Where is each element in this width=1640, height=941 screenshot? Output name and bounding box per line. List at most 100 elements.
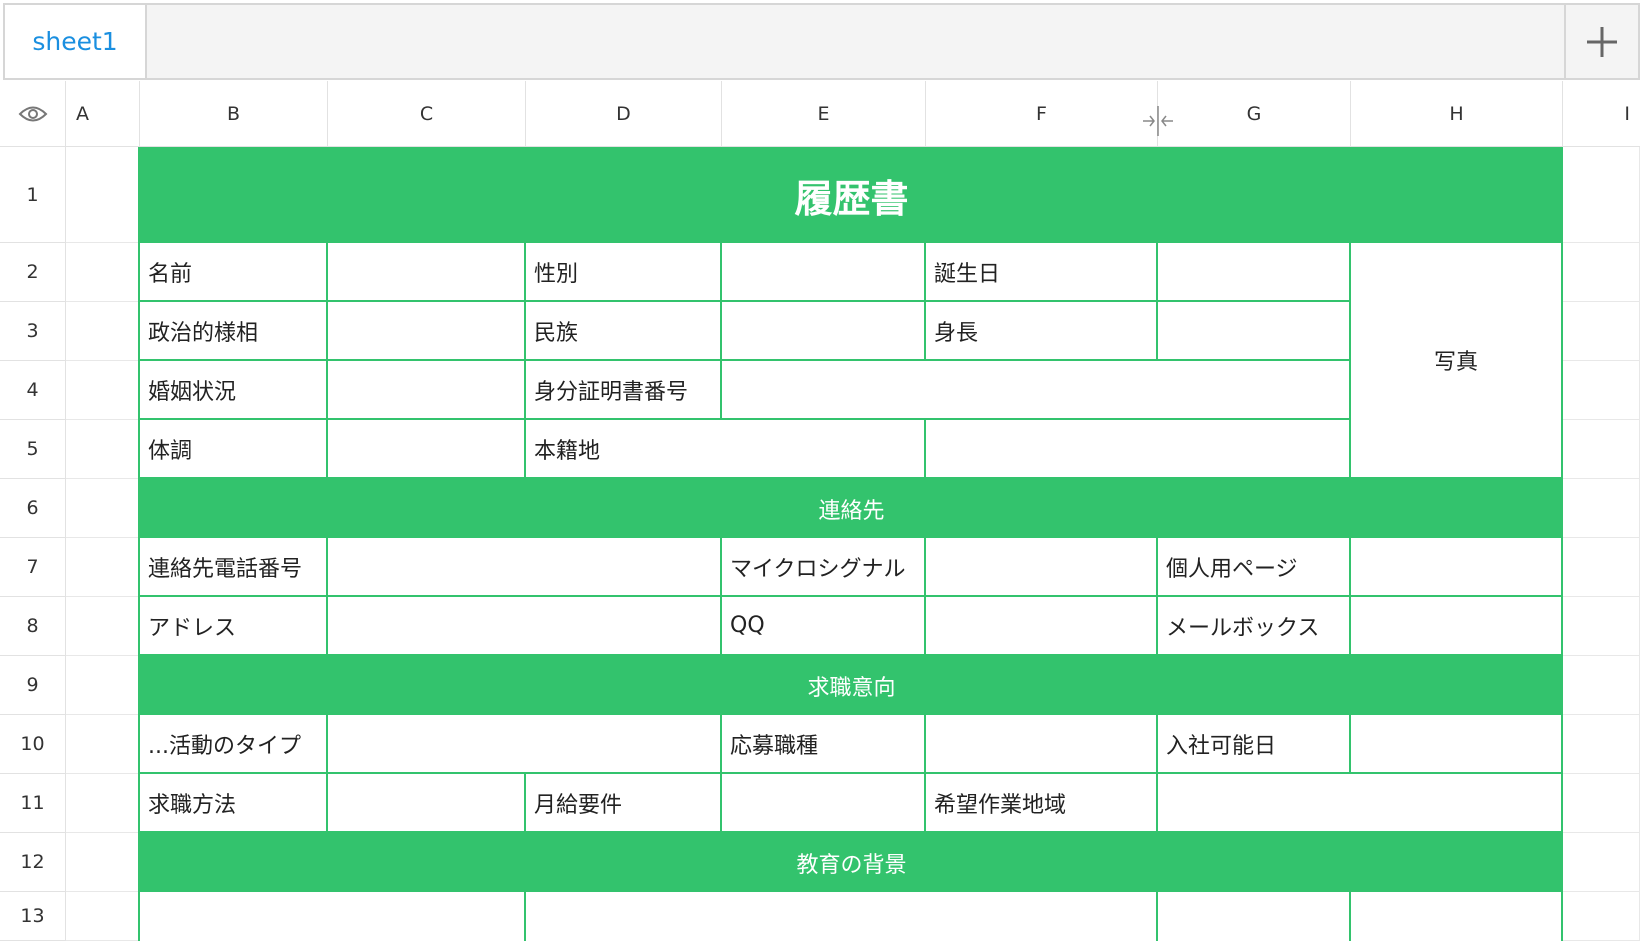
cell-a13[interactable] [66, 892, 140, 941]
label-qq[interactable]: QQ [722, 597, 926, 656]
cell-i6[interactable] [1563, 479, 1640, 538]
label-marital[interactable]: 婚姻状況 [140, 361, 328, 420]
photo-cell[interactable]: 写真 [1351, 243, 1563, 479]
value-marital[interactable] [328, 361, 526, 420]
value-mailbox[interactable] [1351, 597, 1563, 656]
row-header-10[interactable]: 10 [0, 715, 66, 774]
label-microsignal[interactable]: マイクロシグナル [722, 538, 926, 597]
column-header-b[interactable]: B [140, 81, 328, 147]
visibility-toggle[interactable] [0, 81, 66, 147]
resume-title[interactable]: 履歴書 [140, 147, 1563, 243]
row-header-7[interactable]: 7 [0, 538, 66, 597]
column-header-e[interactable]: E [722, 81, 926, 147]
label-health[interactable]: 体調 [140, 420, 328, 479]
row-header-8[interactable]: 8 [0, 597, 66, 656]
cell-a3[interactable] [66, 302, 140, 361]
label-birthday[interactable]: 誕生日 [926, 243, 1158, 302]
cell-i10[interactable] [1563, 715, 1640, 774]
cell-a6[interactable] [66, 479, 140, 538]
value-work-area[interactable] [1158, 774, 1563, 833]
label-name[interactable]: 名前 [140, 243, 328, 302]
value-birthday[interactable] [1158, 243, 1351, 302]
cell-i4[interactable] [1563, 361, 1640, 420]
value-health[interactable] [328, 420, 526, 479]
label-ethnicity[interactable]: 民族 [526, 302, 722, 361]
value-ethnicity[interactable] [722, 302, 926, 361]
value-job-type[interactable] [926, 715, 1158, 774]
row-header-4[interactable]: 4 [0, 361, 66, 420]
section-contact[interactable]: 連絡先 [140, 479, 1563, 538]
value-id-number[interactable] [722, 361, 1351, 420]
cell-i3[interactable] [1563, 302, 1640, 361]
label-mailbox[interactable]: メールボックス [1158, 597, 1351, 656]
row-header-5[interactable]: 5 [0, 420, 66, 479]
value-height[interactable] [1158, 302, 1351, 361]
cell-a5[interactable] [66, 420, 140, 479]
row-header-3[interactable]: 3 [0, 302, 66, 361]
value-activity-type[interactable] [328, 715, 722, 774]
cell-i7[interactable] [1563, 538, 1640, 597]
label-address[interactable]: アドレス [140, 597, 328, 656]
education-cell-1[interactable] [140, 892, 526, 941]
label-work-area[interactable]: 希望作業地域 [926, 774, 1158, 833]
cell-i12[interactable] [1563, 833, 1640, 892]
value-homepage[interactable] [1351, 538, 1563, 597]
column-header-i[interactable]: I [1563, 81, 1640, 147]
value-phone[interactable] [328, 538, 722, 597]
label-activity-type[interactable]: ...活動のタイプ [140, 715, 328, 774]
education-cell-3[interactable] [1158, 892, 1351, 941]
label-political[interactable]: 政治的様相 [140, 302, 328, 361]
cell-i8[interactable] [1563, 597, 1640, 656]
column-header-h[interactable]: H [1351, 81, 1563, 147]
label-height[interactable]: 身長 [926, 302, 1158, 361]
value-salary[interactable] [722, 774, 926, 833]
label-domicile[interactable]: 本籍地 [526, 420, 926, 479]
cell-a12[interactable] [66, 833, 140, 892]
row-header-2[interactable]: 2 [0, 243, 66, 302]
section-job-intention[interactable]: 求職意向 [140, 656, 1563, 715]
label-method[interactable]: 求職方法 [140, 774, 328, 833]
education-cell-2[interactable] [526, 892, 1158, 941]
label-job-type[interactable]: 応募職種 [722, 715, 926, 774]
value-domicile[interactable] [926, 420, 1351, 479]
section-education[interactable]: 教育の背景 [140, 833, 1563, 892]
row-header-9[interactable]: 9 [0, 656, 66, 715]
cell-a1[interactable] [66, 147, 140, 243]
cell-a8[interactable] [66, 597, 140, 656]
cell-a2[interactable] [66, 243, 140, 302]
value-address[interactable] [328, 597, 722, 656]
label-start-date[interactable]: 入社可能日 [1158, 715, 1351, 774]
cell-i1[interactable] [1563, 147, 1640, 243]
column-header-g[interactable]: G [1158, 81, 1351, 147]
value-qq[interactable] [926, 597, 1158, 656]
cell-a9[interactable] [66, 656, 140, 715]
label-homepage[interactable]: 個人用ページ [1158, 538, 1351, 597]
label-salary[interactable]: 月給要件 [526, 774, 722, 833]
row-header-12[interactable]: 12 [0, 833, 66, 892]
label-id-number[interactable]: 身分証明書番号 [526, 361, 722, 420]
education-cell-4[interactable] [1351, 892, 1563, 941]
cell-a4[interactable] [66, 361, 140, 420]
cell-i11[interactable] [1563, 774, 1640, 833]
column-resize-icon[interactable] [1141, 104, 1175, 138]
add-sheet-button[interactable] [1564, 5, 1638, 78]
value-gender[interactable] [722, 243, 926, 302]
sheet-tab[interactable]: sheet1 [5, 5, 147, 78]
row-header-1[interactable]: 1 [0, 147, 66, 243]
value-start-date[interactable] [1351, 715, 1563, 774]
cell-a7[interactable] [66, 538, 140, 597]
label-phone[interactable]: 連絡先電話番号 [140, 538, 328, 597]
row-header-6[interactable]: 6 [0, 479, 66, 538]
label-gender[interactable]: 性別 [526, 243, 722, 302]
column-header-c[interactable]: C [328, 81, 526, 147]
value-method[interactable] [328, 774, 526, 833]
cell-a11[interactable] [66, 774, 140, 833]
value-name[interactable] [328, 243, 526, 302]
value-microsignal[interactable] [926, 538, 1158, 597]
row-header-11[interactable]: 11 [0, 774, 66, 833]
cell-i5[interactable] [1563, 420, 1640, 479]
row-header-13[interactable]: 13 [0, 892, 66, 941]
cell-i9[interactable] [1563, 656, 1640, 715]
column-header-f[interactable]: F [926, 81, 1158, 147]
cell-a10[interactable] [66, 715, 140, 774]
